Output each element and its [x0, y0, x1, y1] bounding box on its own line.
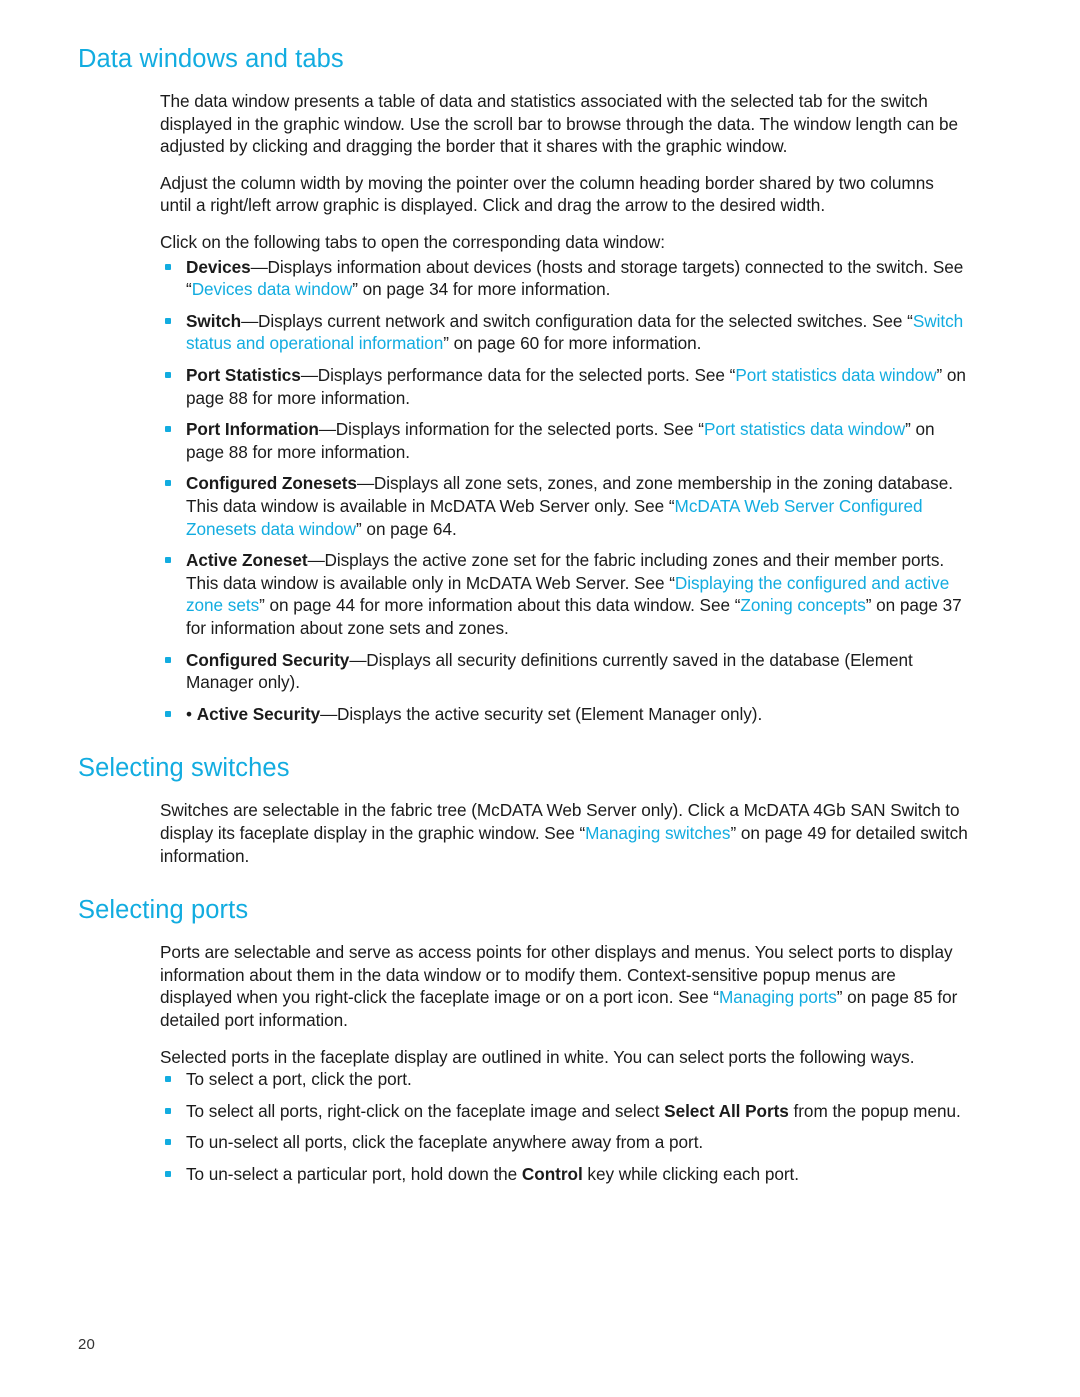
- instruction-text: key while clicking each port.: [582, 1164, 799, 1185]
- bullet-marker-icon: [165, 1139, 171, 1146]
- bullet-marker-icon: [165, 372, 171, 379]
- list-item: Configured Zonesets—Displays all zone se…: [160, 472, 968, 540]
- cross-reference-link[interactable]: Managing ports: [719, 987, 837, 1007]
- instruction-text: To select a port, click the port.: [186, 1069, 412, 1090]
- em-dash: —: [318, 419, 336, 440]
- ui-control-name: Select All Ports: [664, 1100, 789, 1121]
- bullet-marker-icon: [165, 1076, 171, 1083]
- list-item: Configured Security—Displays all securit…: [160, 649, 968, 694]
- instruction-text: To un-select all ports, click the facepl…: [186, 1132, 704, 1153]
- heading-selecting-switches: Selecting switches: [78, 754, 290, 783]
- list-item: Port Information—Displays information fo…: [160, 418, 968, 463]
- bullet-marker-icon: [165, 317, 171, 324]
- instruction-text: To un-select a particular port, hold dow…: [186, 1164, 522, 1185]
- selecting-switches-body: Switches are selectable in the fabric tr…: [160, 799, 968, 867]
- paragraph: Adjust the column width by moving the po…: [160, 172, 934, 216]
- tab-name: Port Information: [186, 419, 319, 440]
- em-dash: —: [241, 310, 258, 331]
- bullet-marker-icon: [165, 557, 171, 564]
- list-item: To select a port, click the port.: [160, 1068, 968, 1091]
- paragraph: The data window presents a table of data…: [160, 91, 959, 157]
- paragraph: Selected ports in the faceplate display …: [160, 1046, 915, 1067]
- cross-reference-link[interactable]: Managing switches: [585, 823, 730, 843]
- paragraph: Switches are selectable in the fabric tr…: [160, 799, 968, 867]
- tab-name: Active Zoneset: [186, 550, 308, 571]
- heading-data-windows-and-tabs: Data windows and tabs: [78, 45, 344, 73]
- description-text: Displays performance data for the select…: [317, 365, 736, 386]
- extra-bullet-glyph: •: [186, 703, 197, 724]
- ui-control-name: Control: [521, 1164, 583, 1185]
- tab-name: Port Statistics: [186, 365, 301, 386]
- instruction-text: from the popup menu.: [788, 1100, 961, 1121]
- em-dash: —: [250, 256, 268, 277]
- description-text: Displays current network and switch conf…: [257, 310, 913, 331]
- em-dash: —: [320, 703, 338, 724]
- selecting-ports-body: Ports are selectable and serve as access…: [160, 941, 968, 1068]
- cross-reference-link[interactable]: Port statistics data window: [735, 365, 936, 385]
- em-dash: —: [300, 365, 318, 386]
- bullet-marker-icon: [165, 1107, 171, 1114]
- data-window-tabs-list: Devices—Displays information about devic…: [160, 256, 968, 726]
- list-item: Devices—Displays information about devic…: [160, 256, 968, 301]
- tab-name: Devices: [186, 256, 251, 277]
- list-item: Switch—Displays current network and swit…: [160, 310, 968, 355]
- list-item: To select all ports, right-click on the …: [160, 1100, 968, 1123]
- tab-name: Active Security: [196, 703, 321, 724]
- list-item: Active Zoneset—Displays the active zone …: [160, 549, 968, 639]
- bullet-marker-icon: [165, 263, 171, 270]
- bullet-marker-icon: [165, 656, 171, 663]
- description-text: ” on page 44 for more information about …: [259, 595, 741, 616]
- cross-reference-link[interactable]: Zoning concepts: [740, 595, 865, 615]
- tab-name: Configured Zonesets: [186, 473, 357, 494]
- paragraph: Ports are selectable and serve as access…: [160, 941, 968, 1031]
- description-text: ” on page 34 for more information.: [352, 279, 611, 300]
- cross-reference-link[interactable]: Port statistics data window: [704, 419, 905, 439]
- description-text: ” on page 64.: [356, 518, 457, 539]
- cross-reference-link[interactable]: Devices data window: [192, 279, 353, 299]
- bullet-marker-icon: [165, 710, 171, 717]
- instruction-text: To select all ports, right-click on the …: [186, 1100, 665, 1121]
- em-dash: —: [349, 649, 367, 670]
- tab-name: Switch: [186, 310, 242, 331]
- tab-name: Configured Security: [186, 649, 350, 670]
- description-text: Displays information for the selected po…: [335, 419, 704, 440]
- em-dash: —: [356, 473, 374, 494]
- list-item: To un-select all ports, click the facepl…: [160, 1131, 968, 1154]
- bullet-marker-icon: [165, 480, 171, 487]
- list-item: • Active Security—Displays the active se…: [160, 703, 968, 726]
- bullet-marker-icon: [165, 426, 171, 433]
- port-selection-ways-list: To select a port, click the port. To sele…: [160, 1068, 968, 1185]
- em-dash: —: [307, 550, 325, 571]
- document-page: Data windows and tabs The data window pr…: [0, 0, 1080, 1397]
- page-number: 20: [78, 1336, 96, 1353]
- paragraph: Click on the following tabs to open the …: [160, 232, 665, 253]
- description-text: ” on page 60 for more information.: [443, 333, 702, 354]
- page-content: Data windows and tabs The data window pr…: [78, 44, 968, 1186]
- bullet-marker-icon: [165, 1171, 171, 1178]
- description-text: Displays the active security set (Elemen…: [337, 703, 763, 724]
- list-item: Port Statistics—Displays performance dat…: [160, 364, 968, 409]
- heading-selecting-ports: Selecting ports: [78, 896, 249, 925]
- list-item: To un-select a particular port, hold dow…: [160, 1163, 968, 1186]
- intro-paragraphs: The data window presents a table of data…: [160, 90, 968, 254]
